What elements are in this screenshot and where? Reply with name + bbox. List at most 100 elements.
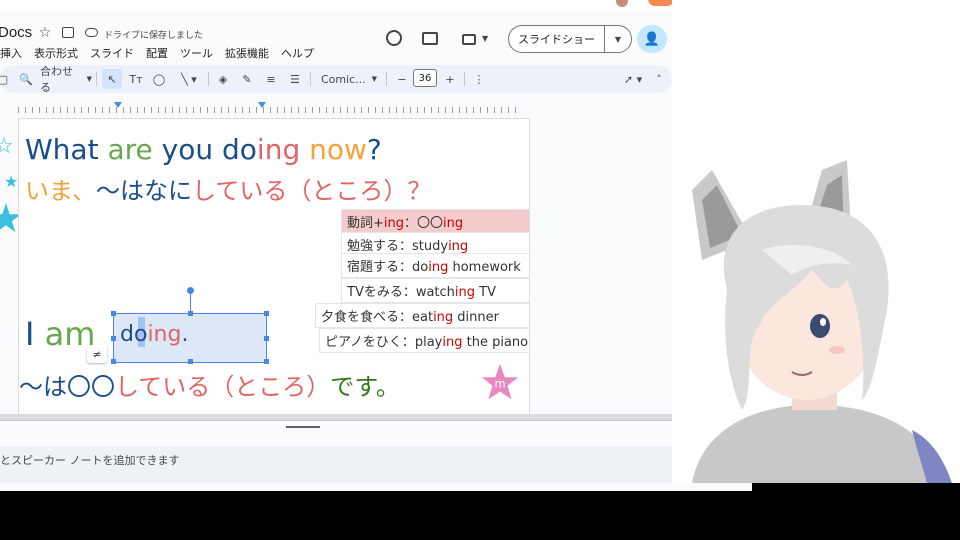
resize-handle[interactable] — [111, 359, 116, 364]
toolbar-divider — [208, 72, 209, 86]
vocab-row[interactable]: 夕食を食べる：eating dinner — [315, 303, 529, 328]
vocab-row[interactable]: 動詞+ing：〇〇ing — [341, 209, 529, 234]
cloud-saved-icon[interactable] — [85, 28, 98, 37]
star-letter: m — [494, 377, 505, 391]
star-icon[interactable]: ☆ — [38, 25, 52, 41]
border-dash-icon[interactable]: ☰ — [286, 69, 304, 89]
chevron-down-icon[interactable]: ▼ — [482, 34, 488, 43]
vocab-text: 夕食を食べる：eat — [321, 310, 434, 325]
text-run: いま、 — [25, 177, 97, 205]
question-jp-text[interactable]: いま、〜はなにしている（ところ）？ — [25, 171, 431, 206]
resize-handle[interactable] — [264, 336, 269, 341]
vocab-text: ピアノをひく：play — [325, 335, 443, 350]
notes-divider — [0, 420, 672, 421]
resize-handle[interactable] — [111, 336, 116, 341]
text-run: です。 — [330, 373, 400, 401]
indent-marker[interactable] — [114, 102, 122, 108]
fill-color-icon[interactable]: ◈ — [214, 69, 232, 89]
line-icon[interactable]: ╲ ▾ — [174, 69, 204, 89]
browser-badge[interactable] — [648, 0, 674, 6]
font-size-increase-button[interactable]: + — [442, 69, 458, 89]
menu-insert[interactable]: 挿入 — [0, 45, 22, 61]
collapse-icon[interactable]: ˄ — [652, 69, 666, 89]
resize-handle[interactable] — [188, 359, 193, 364]
move-to-folder-icon[interactable] — [62, 27, 74, 38]
text-run: are — [107, 133, 162, 166]
speaker-notes-placeholder[interactable]: とスピーカー ノートを追加できます — [0, 452, 180, 468]
cursor-icon[interactable]: ↖ — [102, 69, 122, 89]
rotation-line — [190, 291, 191, 313]
star-icon: ★ — [4, 172, 19, 191]
text-run: ? — [366, 133, 382, 166]
vocab-text: dinner — [453, 310, 499, 325]
rotation-handle[interactable] — [187, 287, 194, 294]
vocab-row[interactable]: TVをみる：watching TV — [341, 278, 529, 303]
menu-bar: 挿入 表示形式 スライド 配置 ツール 拡張機能 ヘルプ — [0, 45, 326, 61]
vocab-row[interactable]: 宿題する：doing homework — [341, 253, 529, 278]
vocab-text: homework — [448, 260, 521, 275]
toolbar-divider — [464, 72, 465, 86]
vtuber-avatar-image — [692, 160, 952, 483]
right-indent-marker[interactable] — [258, 102, 266, 108]
textbox-tool[interactable]: Tт — [126, 69, 146, 89]
more-icon[interactable]: ⋮ — [472, 69, 486, 89]
menu-arrange[interactable]: 配置 — [146, 45, 168, 61]
zoom-fit-select[interactable]: 合わせる ▼ — [40, 65, 92, 94]
pink-star-sticker[interactable]: m — [481, 363, 519, 401]
selected-textbox-text[interactable]: doing. — [120, 322, 188, 347]
strikethrough-quick-button[interactable]: ≠ — [87, 345, 107, 363]
slideshow-button[interactable]: スライドショー — [508, 25, 604, 53]
text-run: do — [120, 322, 148, 347]
font-size-input[interactable]: 36 — [413, 69, 437, 87]
font-size-decrease-button[interactable]: − — [394, 69, 410, 89]
selected-textbox[interactable]: doing. — [111, 311, 269, 364]
resize-handle[interactable] — [111, 311, 116, 316]
font-select[interactable]: Comic... ▼ — [318, 69, 380, 89]
ing-suffix: ing — [428, 260, 449, 275]
toolbar: ▢ 🔍 合わせる ▼ ↖ Tт ◯ ╲ ▾ ◈ ✎ ≡ ☰ Comic... ▼ −… — [0, 65, 672, 94]
notes-resize-grip[interactable] — [286, 426, 320, 428]
ing-suffix: ing — [383, 216, 405, 231]
shape-icon[interactable]: ◯ — [150, 69, 168, 89]
pointer-icon[interactable]: ➚ ▾ — [618, 69, 648, 89]
video-call-icon[interactable] — [462, 34, 476, 45]
answer-text[interactable]: I am — [25, 315, 95, 353]
text-run: 〜はなに — [96, 177, 193, 205]
toolbar-edge-icon[interactable]: ▢ — [0, 69, 8, 89]
question-text[interactable]: What are you doing now? — [25, 133, 382, 166]
pen-icon[interactable]: ✎ — [238, 69, 256, 89]
slide-canvas[interactable]: What are you doing now? いま、〜はなにしている（ところ）… — [18, 118, 530, 416]
resize-handle[interactable] — [188, 311, 193, 316]
save-status: ドライブに保存しました — [104, 31, 204, 41]
toolbar-divider — [310, 72, 311, 86]
ing-suffix: ing — [448, 239, 469, 254]
resize-handle[interactable] — [264, 359, 269, 364]
menu-help[interactable]: ヘルプ — [281, 45, 314, 61]
vocab-row[interactable]: ピアノをひく：playing the piano — [319, 328, 529, 353]
vocab-text: the piano — [462, 335, 529, 350]
history-icon[interactable] — [386, 30, 402, 46]
menu-slide[interactable]: スライド — [90, 45, 134, 61]
ruler-ticks — [18, 107, 522, 113]
vtuber-avatar-overlay — [672, 0, 960, 483]
chevron-down-icon: ▼ — [86, 75, 92, 83]
menu-format[interactable]: 表示形式 — [34, 45, 78, 61]
vocab-text: 勉強する：study — [347, 239, 449, 254]
ing-suffix: ing — [454, 285, 476, 300]
zoom-fit-label: 合わせる — [40, 65, 73, 94]
slideshow-dropdown[interactable]: ▼ — [604, 25, 632, 53]
menu-tools[interactable]: ツール — [180, 45, 213, 61]
share-button[interactable]: 👤 — [637, 25, 667, 53]
answer-jp-text[interactable]: 〜は〇〇している（ところ）です。 — [19, 367, 400, 402]
text-run: している（ところ） — [115, 373, 331, 401]
resize-handle[interactable] — [264, 311, 269, 316]
share-person-icon: 👤 — [643, 31, 661, 47]
profile-avatar-icon[interactable] — [616, 0, 628, 7]
menu-extensions[interactable]: 拡張機能 — [225, 45, 269, 61]
zoom-icon[interactable]: 🔍 — [18, 69, 34, 89]
comment-icon[interactable] — [422, 32, 438, 45]
border-weight-icon[interactable]: ≡ — [262, 69, 280, 89]
text-run: ing — [147, 322, 182, 347]
app-title[interactable]: Docs — [0, 24, 32, 41]
text-run: ing — [256, 133, 310, 166]
